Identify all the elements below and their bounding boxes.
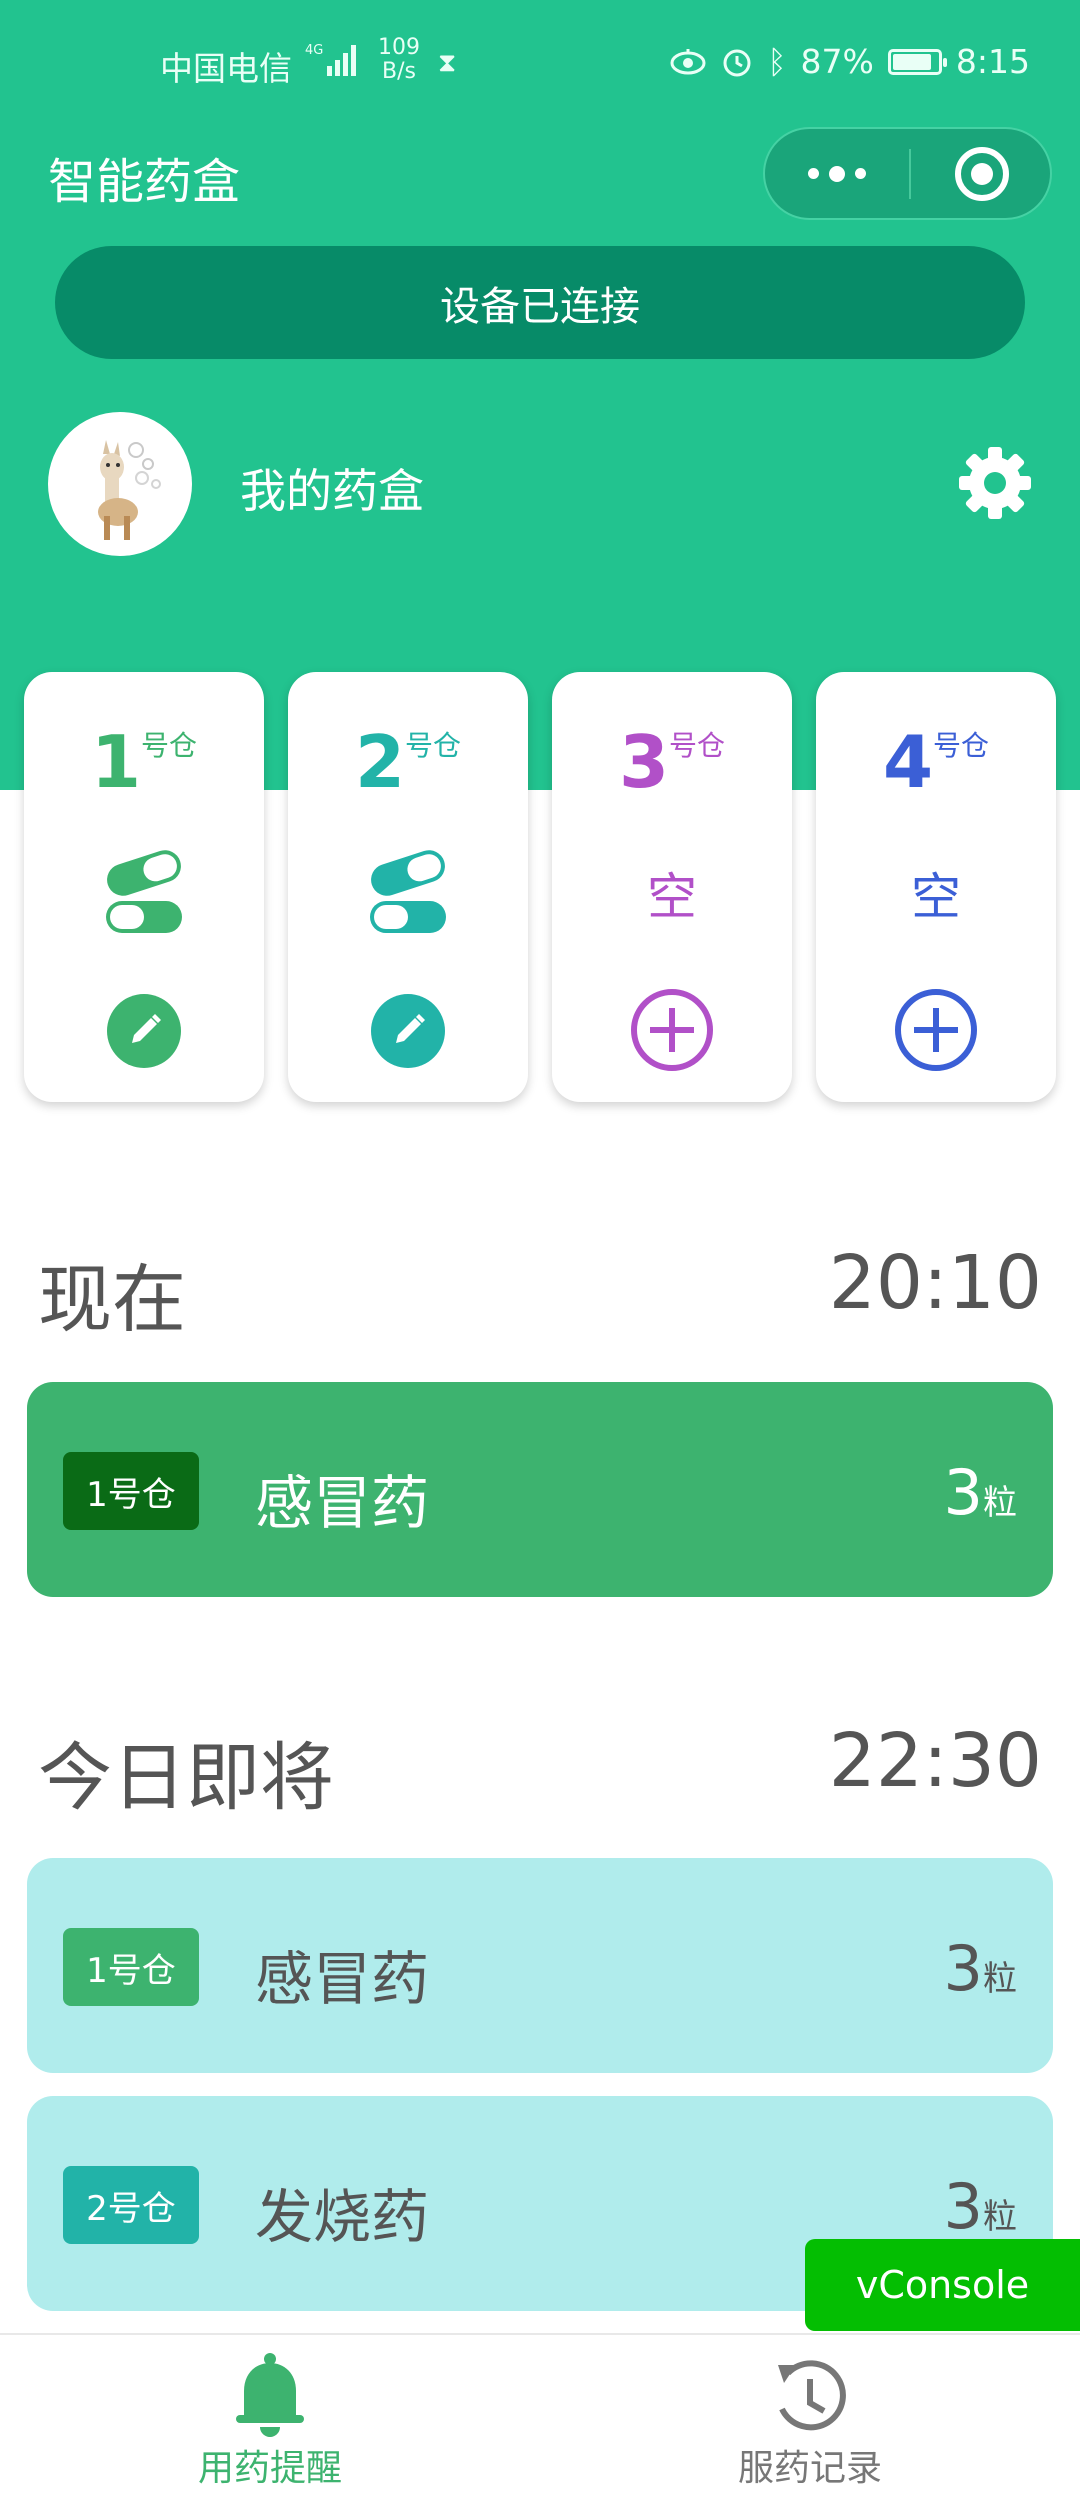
now-section-title: 现在 — [38, 1257, 186, 1343]
medication-name: 发烧药 — [255, 2183, 430, 2251]
status-bar: 中国电信 4G 109 B/s ⧗ ᛒ 87% 8:15 — [0, 0, 1080, 120]
bin-suffix: 号仓 — [141, 729, 198, 762]
signal-icon: 4G — [305, 43, 356, 76]
tab-history[interactable]: 服药记录 — [540, 2335, 1080, 2495]
page-title: 智能药盒 — [48, 154, 241, 210]
more-dot-icon — [829, 165, 845, 182]
tab-label: 服药记录 — [737, 2448, 882, 2489]
now-section-time: 20:10 — [828, 1240, 1042, 1326]
tab-bar: 用药提醒 服药记录 — [0, 2333, 1080, 2495]
tab-label: 用药提醒 — [197, 2448, 342, 2489]
bin-card-3[interactable]: 3号仓 空 — [552, 672, 792, 1102]
bin-card-1[interactable]: 1号仓 — [24, 672, 264, 1102]
bin-label: 1号仓 — [24, 720, 264, 804]
bin-tag: 1号仓 — [63, 1928, 199, 2006]
more-dot-icon — [855, 168, 866, 179]
bluetooth-icon: ᛒ — [767, 42, 787, 81]
pencil-icon — [396, 1014, 425, 1043]
bin-card-2[interactable]: 2号仓 — [288, 672, 528, 1102]
capsule-pill-icon — [370, 850, 446, 933]
vconsole-button[interactable]: vConsole — [805, 2239, 1080, 2331]
miniprogram-capsule — [763, 127, 1052, 220]
bin-tag: 1号仓 — [63, 1452, 199, 1530]
dose-count: 3粒 — [943, 1932, 1017, 2005]
bin-number: 3 — [618, 720, 670, 804]
dose-count: 3粒 — [943, 1456, 1017, 1529]
connection-status-button[interactable]: 设备已连接 — [55, 246, 1025, 359]
hourglass-icon: ⧗ — [438, 48, 457, 78]
add-circle-icon[interactable] — [894, 988, 978, 1072]
network-speed: 109 B/s — [378, 35, 420, 84]
more-dot-icon — [808, 168, 819, 179]
pencil-icon — [132, 1014, 161, 1043]
empty-label: 空 — [647, 868, 697, 926]
avatar[interactable] — [48, 412, 192, 556]
clock: 8:15 — [955, 42, 1030, 81]
edit-bin-button[interactable] — [371, 994, 445, 1068]
bin-label: 2号仓 — [288, 720, 528, 804]
bin-card-4[interactable]: 4号仓 空 — [816, 672, 1056, 1102]
upcoming-section-title: 今日即将 — [38, 1735, 334, 1821]
status-right: ᛒ 87% 8:15 — [669, 42, 1030, 81]
medication-name: 感冒药 — [255, 1469, 430, 1537]
alarm-icon — [723, 49, 751, 76]
medication-card-upcoming[interactable]: 1号仓 感冒药 3粒 — [27, 1858, 1053, 2073]
battery-percent: 87% — [800, 42, 874, 81]
carrier-label: 中国电信 — [160, 49, 292, 88]
bin-suffix: 号仓 — [405, 729, 462, 762]
close-target-icon[interactable] — [955, 147, 1009, 201]
edit-bin-button[interactable] — [107, 994, 181, 1068]
eye-icon — [670, 48, 706, 74]
capsule-pill-icon — [106, 850, 182, 933]
dose-count: 3粒 — [943, 2170, 1017, 2243]
more-button[interactable] — [765, 129, 909, 218]
gear-icon[interactable] — [958, 446, 1032, 520]
upcoming-section-time: 22:30 — [828, 1718, 1042, 1804]
tab-reminders[interactable]: 用药提醒 — [0, 2335, 540, 2495]
bin-suffix: 号仓 — [669, 729, 726, 762]
svg-text:4G: 4G — [305, 43, 323, 58]
bin-number: 1 — [90, 720, 142, 804]
bin-number: 2 — [354, 720, 406, 804]
medication-name: 感冒药 — [255, 1945, 430, 2013]
bin-number: 4 — [882, 720, 934, 804]
bin-suffix: 号仓 — [933, 729, 990, 762]
device-name: 我的药盒 — [240, 464, 424, 518]
battery-fill — [892, 53, 932, 70]
bin-label: 4号仓 — [816, 720, 1056, 804]
add-circle-icon[interactable] — [630, 988, 714, 1072]
history-icon — [778, 2360, 846, 2431]
bell-icon — [236, 2353, 304, 2437]
capsule-divider — [909, 149, 911, 199]
empty-label: 空 — [911, 868, 961, 926]
battery-icon — [887, 48, 947, 75]
llama-avatar-image — [98, 440, 161, 540]
medication-card-now[interactable]: 1号仓 感冒药 3粒 — [27, 1382, 1053, 1597]
bin-label: 3号仓 — [552, 720, 792, 804]
bin-tag: 2号仓 — [63, 2166, 199, 2244]
